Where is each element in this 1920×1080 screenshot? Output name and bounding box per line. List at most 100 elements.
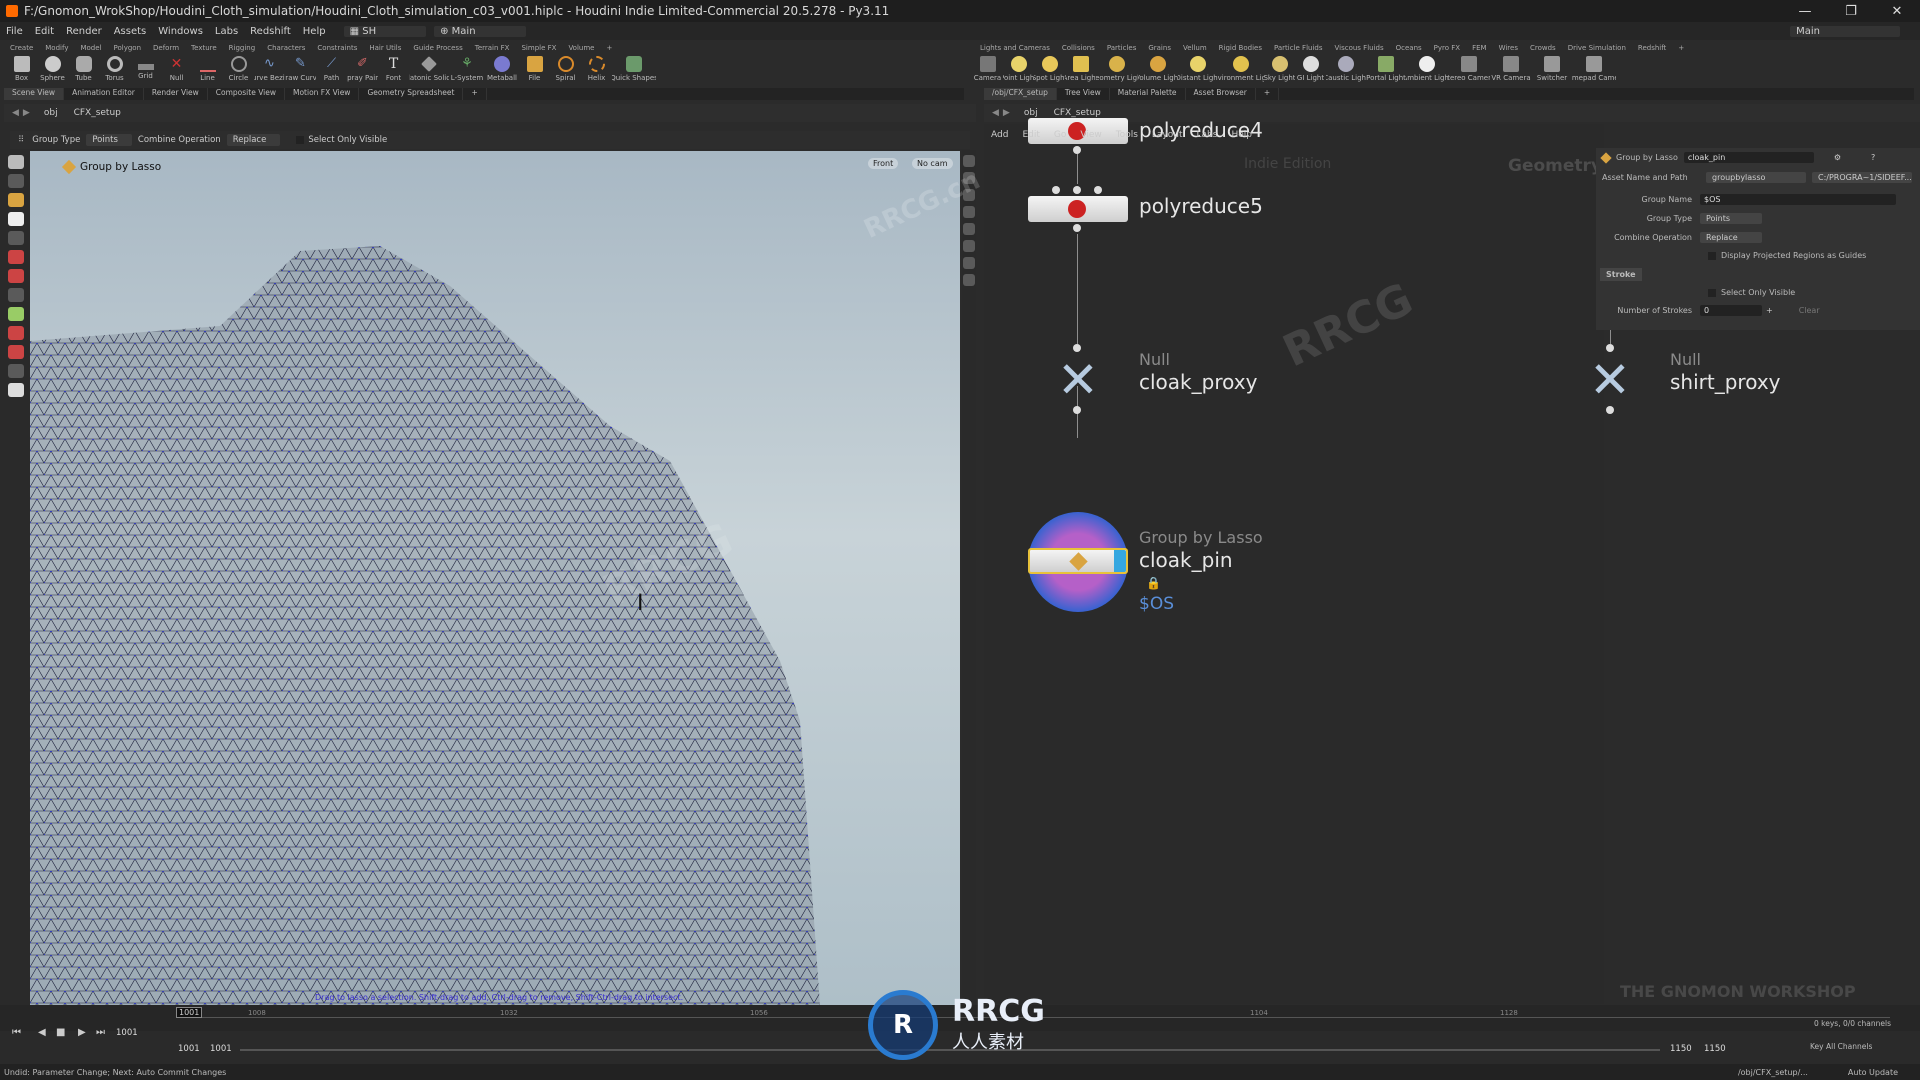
net-menu-edit[interactable]: Edit <box>1015 130 1046 144</box>
shading-icon[interactable] <box>963 206 975 218</box>
increment-button[interactable]: + <box>1766 306 1773 315</box>
forward-arrow-icon[interactable]: ▶ <box>23 108 30 118</box>
tool-platonic-solids[interactable]: Platonic Solids <box>409 56 449 88</box>
magnet-icon[interactable] <box>8 345 24 359</box>
input-port[interactable] <box>1052 186 1060 194</box>
tool-spray-paint[interactable]: ✐ Spray Paint <box>347 56 378 88</box>
shelf-tab-vellum[interactable]: Vellum <box>1177 44 1213 56</box>
normals-icon[interactable] <box>963 257 975 269</box>
combine-operation-dropdown[interactable]: Replace <box>226 134 281 146</box>
play-icon[interactable]: ▶ <box>78 1027 86 1038</box>
tool-null[interactable]: ✕ Null <box>161 56 192 88</box>
asset-path-dropdown[interactable]: C:/PROGRA~1/SIDEEF... <box>1812 172 1912 183</box>
shelf-tab-volume[interactable]: Volume <box>562 44 600 56</box>
tool-ambient-light[interactable]: Ambient Light <box>1406 56 1448 88</box>
tool-camera[interactable]: Camera <box>972 56 1003 88</box>
tab-animation-editor[interactable]: Animation Editor <box>64 88 144 100</box>
group-name-field[interactable]: $OS <box>1700 194 1896 205</box>
menu-file[interactable]: File <box>0 26 29 37</box>
add-pane-tab-button-right[interactable]: + <box>1256 88 1280 100</box>
forward-arrow-icon[interactable]: ▶ <box>1003 108 1010 118</box>
shelf-tab-fem[interactable]: FEM <box>1466 44 1493 56</box>
tool-stereo-camera[interactable]: Stereo Camera <box>1448 56 1490 88</box>
stop-icon[interactable]: ■ <box>56 1027 65 1038</box>
select-visible-checkbox[interactable] <box>1708 288 1716 297</box>
path-root[interactable]: obj <box>44 108 58 118</box>
menu-render[interactable]: Render <box>60 26 108 37</box>
tab-material-palette[interactable]: Material Palette <box>1110 88 1186 100</box>
param-node-name-field[interactable]: cloak_pin <box>1683 152 1814 163</box>
close-button[interactable]: ✕ <box>1874 4 1920 19</box>
gear-icon[interactable]: ⚙ <box>1834 153 1841 162</box>
shelf-tab-particles[interactable]: Particles <box>1101 44 1143 56</box>
shelf-tab-redshift[interactable]: Redshift <box>1632 44 1672 56</box>
group-type-dropdown[interactable]: Points <box>1700 213 1762 224</box>
net-menu-layout[interactable]: Layout <box>1145 130 1190 144</box>
shelf-tab-wires[interactable]: Wires <box>1493 44 1524 56</box>
camera-select-button[interactable]: No cam <box>912 158 953 169</box>
strokes-field[interactable]: 0 <box>1700 305 1762 316</box>
shelf-tab-model[interactable]: Model <box>74 44 107 56</box>
tool-gamepad-camera[interactable]: Gamepad Camera <box>1572 56 1616 88</box>
display-flag[interactable] <box>1114 550 1126 572</box>
maximize-button[interactable]: ❐ <box>1828 4 1874 19</box>
shelf-tab-constraints[interactable]: Constraints <box>311 44 363 56</box>
guides-checkbox[interactable] <box>1708 251 1716 260</box>
shelf-tab-characters[interactable]: Characters <box>261 44 311 56</box>
pose-icon[interactable] <box>8 269 24 283</box>
tool-geometry-light[interactable]: Geometry Light <box>1096 56 1138 88</box>
shelf-tab-lights-cameras[interactable]: Lights and Cameras <box>974 44 1056 56</box>
tool-volume-light[interactable]: Volume Light <box>1138 56 1178 88</box>
tool-file[interactable]: File <box>519 56 550 88</box>
pointer-icon[interactable] <box>8 212 24 226</box>
view-tool-icon[interactable] <box>8 288 24 302</box>
shelf-tab-hair-utils[interactable]: Hair Utils <box>363 44 407 56</box>
end-frame-field[interactable]: 1150 <box>1670 1044 1692 1054</box>
tool-curve-bezier[interactable]: ∿ Curve Bezier <box>254 56 285 88</box>
node-shirt-proxy[interactable]: ✕ <box>1574 355 1646 405</box>
range-slider[interactable] <box>240 1049 1660 1051</box>
tool-vr-camera[interactable]: VR Camera <box>1490 56 1532 88</box>
desktop-right-dropdown[interactable]: Main <box>1790 25 1900 37</box>
select-visible-checkbox[interactable] <box>296 136 305 144</box>
back-arrow-icon[interactable]: ◀ <box>12 108 19 118</box>
shelf-tab-viscous-fluids[interactable]: Viscous Fluids <box>1329 44 1390 56</box>
handle-tool-icon[interactable] <box>8 231 24 245</box>
tool-metaball[interactable]: Metaball <box>485 56 519 88</box>
clear-button[interactable]: Clear <box>1799 306 1820 315</box>
output-port[interactable] <box>1073 146 1081 154</box>
points-display-icon[interactable] <box>963 240 975 252</box>
tool-spiral[interactable]: Spiral <box>550 56 581 88</box>
start-frame-field[interactable]: 1001 <box>178 1044 200 1054</box>
tool-area-light[interactable]: Area Light <box>1065 56 1096 88</box>
output-port[interactable] <box>1073 406 1081 414</box>
net-menu-go[interactable]: Go <box>1047 130 1073 144</box>
path-node[interactable]: CFX_setup <box>1054 108 1101 118</box>
tool-portal-light[interactable]: Portal Light <box>1366 56 1406 88</box>
group-type-dropdown[interactable]: Points <box>86 134 132 146</box>
shelf-tab-pyro-fx[interactable]: Pyro FX <box>1428 44 1466 56</box>
tool-switcher[interactable]: Switcher <box>1532 56 1572 88</box>
path-root[interactable]: obj <box>1024 108 1038 118</box>
tool-quick-shapes[interactable]: Quick Shapes <box>612 56 656 88</box>
param-stroke-tab[interactable]: Stroke <box>1600 268 1642 281</box>
tool-tube[interactable]: Tube <box>68 56 99 88</box>
shelf-tab-rigid-bodies[interactable]: Rigid Bodies <box>1213 44 1268 56</box>
shelf-tab-create[interactable]: Create <box>4 44 39 56</box>
output-port[interactable] <box>1606 406 1614 414</box>
output-port[interactable] <box>1073 224 1081 232</box>
net-menu-tools[interactable]: Tools <box>1109 130 1145 144</box>
desktop-dropdown[interactable]: ⊕ Main <box>434 25 526 37</box>
key-all-channels-button[interactable]: Key All Channels <box>1810 1042 1872 1051</box>
wireframe-icon[interactable] <box>963 223 975 235</box>
tool-sphere[interactable]: Sphere <box>37 56 68 88</box>
end-frame-field-2[interactable]: 1150 <box>1704 1044 1726 1054</box>
menu-windows[interactable]: Windows <box>152 26 209 37</box>
select-tool-icon[interactable] <box>8 155 24 169</box>
tool-circle[interactable]: Circle <box>223 56 254 88</box>
tool-gi-light[interactable]: GI Light <box>1295 56 1326 88</box>
menu-help[interactable]: Help <box>297 26 332 37</box>
menu-redshift[interactable]: Redshift <box>244 26 297 37</box>
tab-render-view[interactable]: Render View <box>144 88 208 100</box>
shelf-tab-crowds[interactable]: Crowds <box>1524 44 1562 56</box>
